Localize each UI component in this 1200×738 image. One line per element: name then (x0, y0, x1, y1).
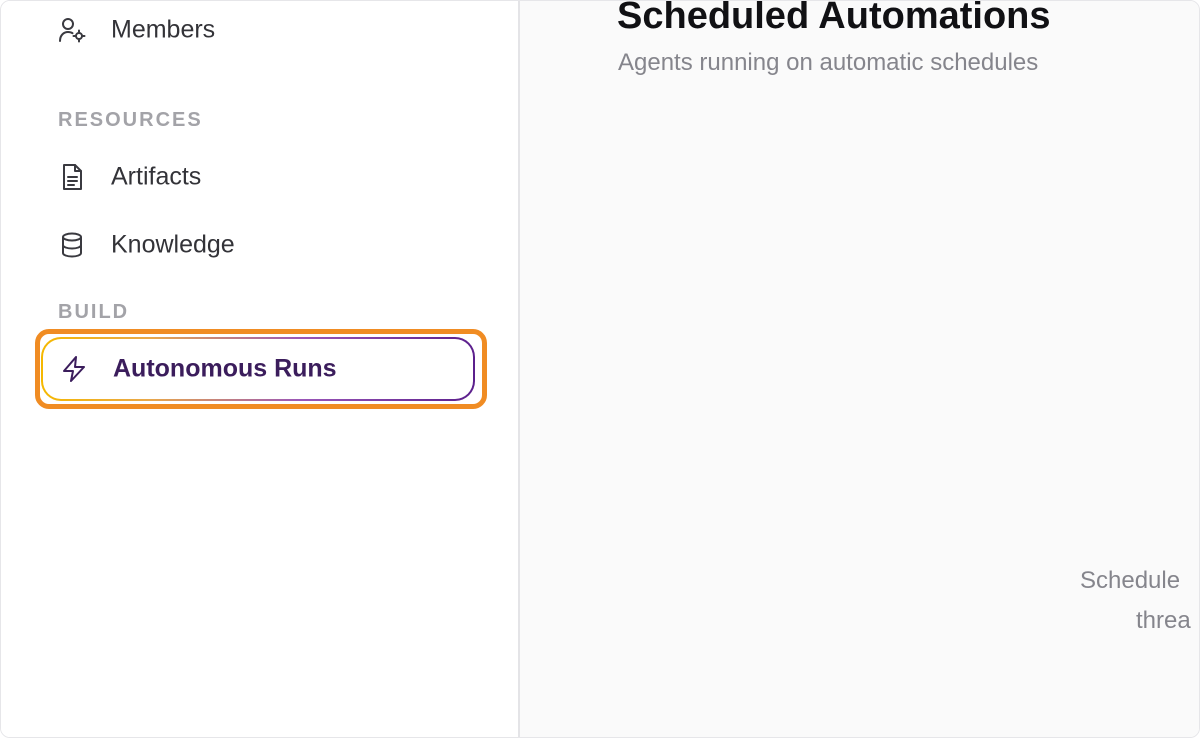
members-icon (57, 15, 87, 45)
document-icon (57, 162, 87, 192)
sidebar-item-members[interactable]: Members (41, 1, 475, 59)
lightning-icon (59, 354, 89, 384)
sidebar: Members RESOURCES Artifacts Knowledge BU… (1, 1, 520, 737)
section-label-resources: RESOURCES (58, 109, 203, 131)
section-label-build: BUILD (58, 301, 130, 323)
sidebar-item-label: Artifacts (111, 162, 202, 191)
page-title: Scheduled Automations (617, 0, 1051, 37)
sidebar-item-label: Autonomous Runs (113, 354, 337, 383)
app-window: Members RESOURCES Artifacts Knowledge BU… (0, 0, 1200, 738)
empty-state-text: threa (1136, 607, 1191, 634)
database-icon (57, 230, 87, 260)
sidebar-item-artifacts[interactable]: Artifacts (41, 148, 475, 206)
main-content: Scheduled Automations Agents running on … (520, 0, 1199, 737)
page-subtitle: Agents running on automatic schedules (618, 49, 1039, 76)
sidebar-item-label: Knowledge (111, 230, 235, 259)
sidebar-item-knowledge[interactable]: Knowledge (41, 216, 475, 274)
sidebar-item-autonomous-runs[interactable]: Autonomous Runs (41, 337, 475, 401)
sidebar-item-label: Members (111, 15, 216, 44)
empty-state-text: Schedule (1080, 567, 1181, 594)
